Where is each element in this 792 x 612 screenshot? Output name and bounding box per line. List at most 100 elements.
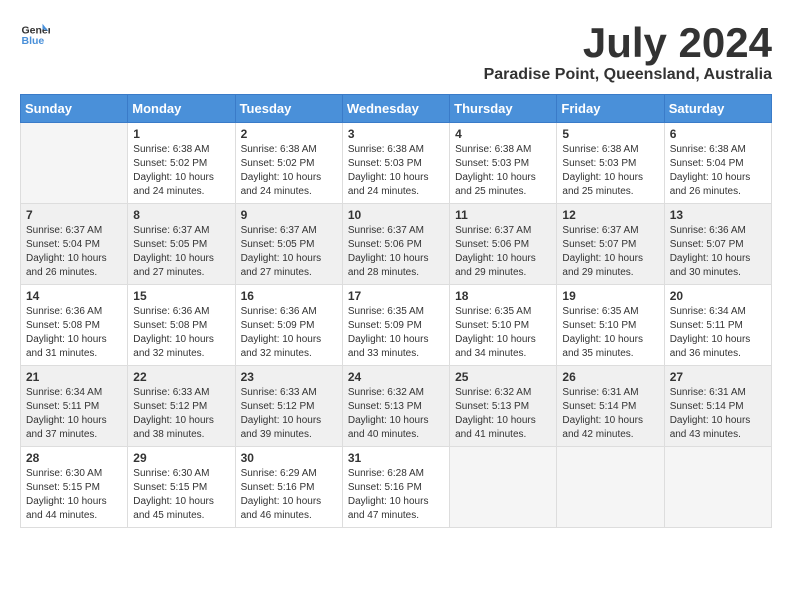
calendar-cell: 26Sunrise: 6:31 AM Sunset: 5:14 PM Dayli… (557, 366, 664, 447)
day-number: 14 (26, 289, 122, 303)
calendar-cell (450, 447, 557, 528)
calendar-cell: 17Sunrise: 6:35 AM Sunset: 5:09 PM Dayli… (342, 285, 449, 366)
cell-content: Sunrise: 6:38 AM Sunset: 5:04 PM Dayligh… (670, 143, 766, 199)
weekday-header-friday: Friday (557, 95, 664, 123)
cell-content: Sunrise: 6:31 AM Sunset: 5:14 PM Dayligh… (670, 386, 766, 442)
calendar-cell (557, 447, 664, 528)
calendar-cell: 23 Sunrise: 6:33 AM Sunset: 5:12 PM Dayli… (235, 366, 342, 447)
calendar-cell (21, 123, 128, 204)
day-number: 11 (455, 208, 551, 222)
location-title: Paradise Point, Queensland, Australia (484, 66, 772, 84)
weekday-header-wednesday: Wednesday (342, 95, 449, 123)
day-number: 7 (26, 208, 122, 222)
calendar-cell: 10Sunrise: 6:37 AM Sunset: 5:06 PM Dayli… (342, 204, 449, 285)
day-number: 28 (26, 451, 122, 465)
weekday-header-tuesday: Tuesday (235, 95, 342, 123)
day-number: 1 (133, 127, 229, 141)
week-row-3: 14 Sunrise: 6:36 AM Sunset: 5:08 PM Dayli… (21, 285, 772, 366)
weekday-header-saturday: Saturday (664, 95, 771, 123)
day-number: 13 (670, 208, 766, 222)
day-number: 4 (455, 127, 551, 141)
calendar-table: SundayMondayTuesdayWednesdayThursdayFrid… (20, 94, 772, 528)
week-row-2: 7 Sunrise: 6:37 AM Sunset: 5:04 PM Daylig… (21, 204, 772, 285)
cell-content: Sunrise: 6:37 AM Sunset: 5:05 PM Dayligh… (133, 224, 229, 280)
day-number: 18 (455, 289, 551, 303)
day-number: 30 (241, 451, 337, 465)
calendar-cell: 16 Sunrise: 6:36 AM Sunset: 5:09 PM Dayli… (235, 285, 342, 366)
cell-content: Sunrise: 6:36 AM Sunset: 5:07 PM Dayligh… (670, 224, 766, 280)
day-number: 21 (26, 370, 122, 384)
cell-content: Sunrise: 6:35 AM Sunset: 5:10 PM Dayligh… (562, 305, 658, 361)
day-number: 2 (241, 127, 337, 141)
cell-content: Sunrise: 6:36 AM Sunset: 5:09 PM Dayligh… (241, 305, 337, 361)
cell-content: Sunrise: 6:35 AM Sunset: 5:10 PM Dayligh… (455, 305, 551, 361)
calendar-cell: 15 Sunrise: 6:36 AM Sunset: 5:08 PM Dayli… (128, 285, 235, 366)
day-number: 29 (133, 451, 229, 465)
calendar-cell: 27 Sunrise: 6:31 AM Sunset: 5:14 PM Dayli… (664, 366, 771, 447)
day-number: 23 (241, 370, 337, 384)
cell-content: Sunrise: 6:37 AM Sunset: 5:05 PM Dayligh… (241, 224, 337, 280)
cell-content: Sunrise: 6:38 AM Sunset: 5:03 PM Dayligh… (455, 143, 551, 199)
title-area: July 2024 Paradise Point, Queensland, Au… (484, 20, 772, 84)
calendar-cell: 2Sunrise: 6:38 AM Sunset: 5:02 PM Daylig… (235, 123, 342, 204)
cell-content: Sunrise: 6:34 AM Sunset: 5:11 PM Dayligh… (26, 386, 122, 442)
day-number: 25 (455, 370, 551, 384)
weekday-header-monday: Monday (128, 95, 235, 123)
weekday-header-sunday: Sunday (21, 95, 128, 123)
day-number: 20 (670, 289, 766, 303)
calendar-cell: 30 Sunrise: 6:29 AM Sunset: 5:16 PM Dayli… (235, 447, 342, 528)
cell-content: Sunrise: 6:38 AM Sunset: 5:02 PM Dayligh… (133, 143, 229, 199)
calendar-cell: 19 Sunrise: 6:35 AM Sunset: 5:10 PM Dayli… (557, 285, 664, 366)
week-row-1: 1 Sunrise: 6:38 AM Sunset: 5:02 PM Daylig… (21, 123, 772, 204)
logo-icon: General Blue (20, 20, 50, 50)
day-number: 9 (241, 208, 337, 222)
calendar-cell: 1 Sunrise: 6:38 AM Sunset: 5:02 PM Daylig… (128, 123, 235, 204)
cell-content: Sunrise: 6:37 AM Sunset: 5:04 PM Dayligh… (26, 224, 122, 280)
calendar-cell: 6Sunrise: 6:38 AM Sunset: 5:04 PM Daylig… (664, 123, 771, 204)
cell-content: Sunrise: 6:37 AM Sunset: 5:06 PM Dayligh… (348, 224, 444, 280)
day-number: 8 (133, 208, 229, 222)
calendar-cell: 11Sunrise: 6:37 AM Sunset: 5:06 PM Dayli… (450, 204, 557, 285)
calendar-cell: 31Sunrise: 6:28 AM Sunset: 5:16 PM Dayli… (342, 447, 449, 528)
day-number: 19 (562, 289, 658, 303)
weekday-header-thursday: Thursday (450, 95, 557, 123)
cell-content: Sunrise: 6:36 AM Sunset: 5:08 PM Dayligh… (26, 305, 122, 361)
calendar-cell: 13 Sunrise: 6:36 AM Sunset: 5:07 PM Dayli… (664, 204, 771, 285)
page-header: General Blue July 2024 Paradise Point, Q… (20, 20, 772, 84)
calendar-cell: 24 Sunrise: 6:32 AM Sunset: 5:13 PM Dayli… (342, 366, 449, 447)
calendar-cell: 3Sunrise: 6:38 AM Sunset: 5:03 PM Daylig… (342, 123, 449, 204)
calendar-cell: 22 Sunrise: 6:33 AM Sunset: 5:12 PM Dayli… (128, 366, 235, 447)
cell-content: Sunrise: 6:38 AM Sunset: 5:03 PM Dayligh… (348, 143, 444, 199)
cell-content: Sunrise: 6:30 AM Sunset: 5:15 PM Dayligh… (26, 467, 122, 523)
cell-content: Sunrise: 6:33 AM Sunset: 5:12 PM Dayligh… (133, 386, 229, 442)
calendar-cell: 21 Sunrise: 6:34 AM Sunset: 5:11 PM Dayli… (21, 366, 128, 447)
calendar-cell: 18 Sunrise: 6:35 AM Sunset: 5:10 PM Dayli… (450, 285, 557, 366)
cell-content: Sunrise: 6:30 AM Sunset: 5:15 PM Dayligh… (133, 467, 229, 523)
day-number: 27 (670, 370, 766, 384)
calendar-cell: 5 Sunrise: 6:38 AM Sunset: 5:03 PM Daylig… (557, 123, 664, 204)
day-number: 24 (348, 370, 444, 384)
calendar-cell: 7 Sunrise: 6:37 AM Sunset: 5:04 PM Daylig… (21, 204, 128, 285)
day-number: 5 (562, 127, 658, 141)
calendar-cell: 20 Sunrise: 6:34 AM Sunset: 5:11 PM Dayli… (664, 285, 771, 366)
week-row-5: 28 Sunrise: 6:30 AM Sunset: 5:15 PM Dayli… (21, 447, 772, 528)
cell-content: Sunrise: 6:29 AM Sunset: 5:16 PM Dayligh… (241, 467, 337, 523)
cell-content: Sunrise: 6:32 AM Sunset: 5:13 PM Dayligh… (455, 386, 551, 442)
header-row: SundayMondayTuesdayWednesdayThursdayFrid… (21, 95, 772, 123)
calendar-cell: 4 Sunrise: 6:38 AM Sunset: 5:03 PM Daylig… (450, 123, 557, 204)
calendar-cell: 12Sunrise: 6:37 AM Sunset: 5:07 PM Dayli… (557, 204, 664, 285)
calendar-cell: 8 Sunrise: 6:37 AM Sunset: 5:05 PM Daylig… (128, 204, 235, 285)
calendar-cell: 25 Sunrise: 6:32 AM Sunset: 5:13 PM Dayli… (450, 366, 557, 447)
cell-content: Sunrise: 6:33 AM Sunset: 5:12 PM Dayligh… (241, 386, 337, 442)
cell-content: Sunrise: 6:38 AM Sunset: 5:03 PM Dayligh… (562, 143, 658, 199)
calendar-cell: 28 Sunrise: 6:30 AM Sunset: 5:15 PM Dayli… (21, 447, 128, 528)
day-number: 15 (133, 289, 229, 303)
month-title: July 2024 (484, 20, 772, 66)
cell-content: Sunrise: 6:34 AM Sunset: 5:11 PM Dayligh… (670, 305, 766, 361)
cell-content: Sunrise: 6:36 AM Sunset: 5:08 PM Dayligh… (133, 305, 229, 361)
day-number: 22 (133, 370, 229, 384)
svg-text:Blue: Blue (22, 35, 45, 47)
cell-content: Sunrise: 6:32 AM Sunset: 5:13 PM Dayligh… (348, 386, 444, 442)
day-number: 26 (562, 370, 658, 384)
day-number: 16 (241, 289, 337, 303)
